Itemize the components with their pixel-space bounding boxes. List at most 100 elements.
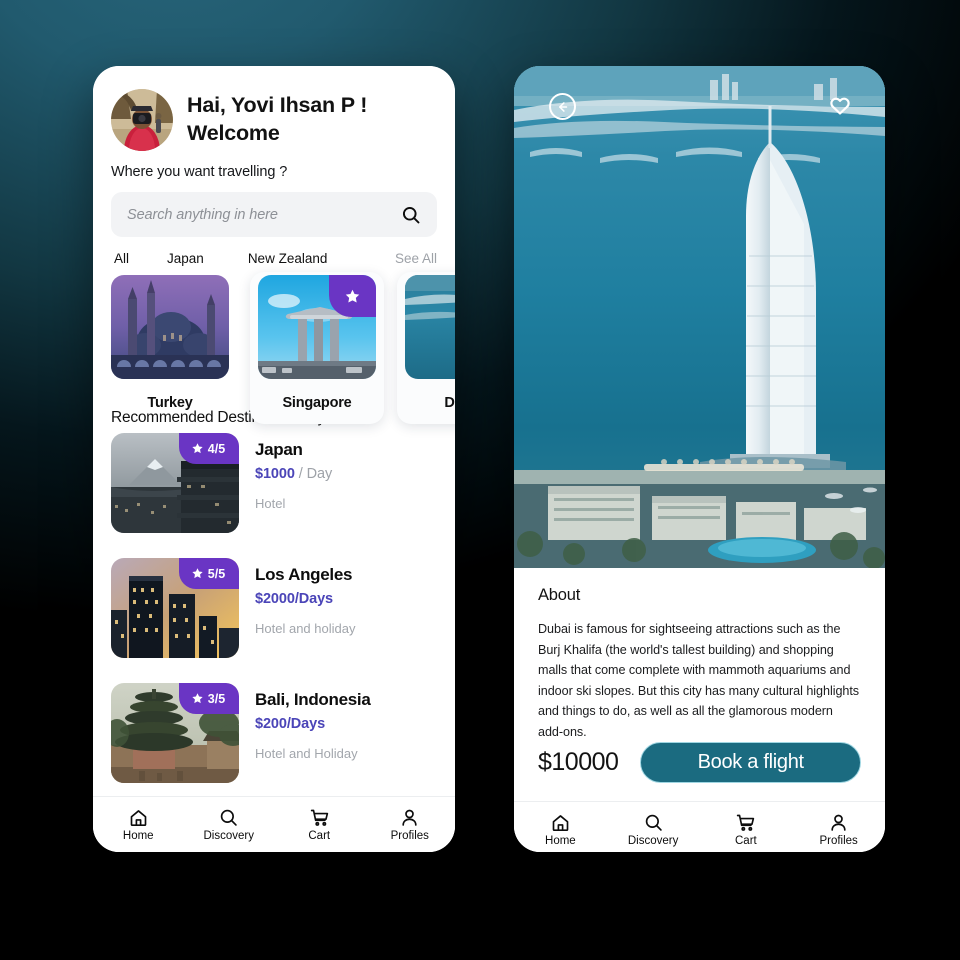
bottom-navigation: Home Discovery Cart Profiles bbox=[514, 801, 885, 852]
list-item[interactable]: 5/5 Los Angeles $2000/Days Hotel and hol… bbox=[111, 558, 437, 666]
tab-new-zealand[interactable]: New Zealand bbox=[248, 251, 328, 266]
home-icon bbox=[552, 815, 569, 832]
bottom-navigation: Home Discovery Cart Profiles bbox=[93, 796, 455, 852]
heart-icon bbox=[829, 97, 850, 115]
nav-label: Cart bbox=[308, 830, 331, 842]
home-content: Hai, Yovi Ihsan P ! Welcome Where you wa… bbox=[93, 66, 455, 796]
destination-image bbox=[258, 275, 376, 379]
recommendation-price: $1000 / Day bbox=[255, 466, 332, 482]
nav-item-discovery[interactable]: Discovery bbox=[607, 812, 700, 847]
list-item[interactable]: 4/5 Japan $1000 / Day Hotel bbox=[111, 433, 437, 541]
back-button[interactable] bbox=[549, 93, 576, 120]
cart-icon bbox=[310, 809, 328, 826]
recommendation-info: Japan $1000 / Day Hotel bbox=[255, 433, 332, 511]
search-icon bbox=[221, 809, 238, 826]
nav-label: Home bbox=[545, 835, 576, 848]
rating-badge: 3/5 bbox=[179, 683, 239, 714]
rating-badge: 4/5 bbox=[179, 433, 239, 464]
recommendation-info: Bali, Indonesia $200/Days Hotel and Holi… bbox=[255, 683, 371, 761]
destination-carousel[interactable]: Turkey Singapore D bbox=[111, 272, 455, 424]
recommendation-thumbnail: 3/5 bbox=[111, 683, 239, 783]
rating-badge: 5/5 bbox=[179, 558, 239, 589]
hero-image bbox=[514, 66, 885, 568]
destination-label: Turkey bbox=[147, 395, 193, 411]
nav-label: Cart bbox=[735, 835, 757, 848]
recommendation-thumbnail: 5/5 bbox=[111, 558, 239, 658]
star-icon bbox=[192, 568, 203, 579]
recommendation-price: $200/Days bbox=[255, 716, 370, 732]
nav-label: Discovery bbox=[203, 830, 254, 842]
star-icon bbox=[192, 693, 203, 704]
destination-card-turkey[interactable]: Turkey bbox=[111, 275, 229, 411]
destination-card-singapore[interactable]: Singapore bbox=[250, 272, 384, 424]
tab-japan[interactable]: Japan bbox=[167, 251, 204, 266]
avatar-photo-icon bbox=[111, 89, 173, 151]
nav-label: Home bbox=[122, 830, 154, 842]
recommendation-category: Hotel bbox=[255, 496, 286, 511]
price-amount: $1000 bbox=[255, 466, 295, 482]
search-icon[interactable] bbox=[401, 205, 421, 225]
price-amount: $200 bbox=[255, 716, 287, 732]
nav-item-cart[interactable]: Cart bbox=[700, 812, 793, 847]
recommendation-category: Hotel and Holiday bbox=[255, 746, 358, 761]
recommendation-price: $2000/Days bbox=[255, 591, 355, 607]
recommendation-category: Hotel and holiday bbox=[255, 621, 356, 636]
destination-image bbox=[405, 275, 455, 379]
phone-home-screen: Hai, Yovi Ihsan P ! Welcome Where you wa… bbox=[93, 66, 455, 852]
favorite-button[interactable] bbox=[826, 91, 853, 118]
price-amount: $2000 bbox=[255, 591, 295, 607]
detail-content: About Dubai is famous for sightseeing at… bbox=[514, 568, 885, 802]
total-price: $10000 bbox=[538, 748, 619, 777]
nav-label: Discovery bbox=[627, 835, 679, 848]
cart-icon bbox=[737, 814, 755, 831]
nav-item-home[interactable]: Home bbox=[514, 812, 607, 847]
person-icon bbox=[402, 809, 417, 826]
recommendation-info: Los Angeles $2000/Days Hotel and holiday bbox=[255, 558, 355, 636]
arrow-left-icon bbox=[558, 101, 567, 112]
recommendation-name: Japan bbox=[255, 440, 303, 459]
greeting-row: Hai, Yovi Ihsan P ! Welcome bbox=[111, 66, 437, 151]
rating-value: 3/5 bbox=[207, 691, 226, 706]
greeting-text: Hai, Yovi Ihsan P ! Welcome bbox=[187, 92, 367, 147]
nav-item-home[interactable]: Home bbox=[93, 807, 184, 842]
featured-star-badge bbox=[329, 275, 376, 317]
search-bar[interactable]: Search anything in here bbox=[111, 192, 437, 237]
greeting-line-1: Hai, Yovi Ihsan P ! bbox=[187, 93, 368, 118]
destination-label: Dubai bbox=[444, 395, 455, 411]
booking-bar: $10000 Book a flight bbox=[538, 742, 861, 784]
nav-item-profiles[interactable]: Profiles bbox=[365, 807, 456, 842]
star-icon bbox=[345, 289, 360, 303]
recommendation-list: 4/5 Japan $1000 / Day Hotel 5/5 Los Ange… bbox=[111, 433, 437, 791]
search-input[interactable]: Search anything in here bbox=[127, 207, 401, 223]
book-flight-button[interactable]: Book a flight bbox=[640, 742, 861, 784]
recommendation-name: Bali, Indonesia bbox=[255, 690, 371, 709]
nav-item-cart[interactable]: Cart bbox=[274, 807, 365, 842]
list-item[interactable]: 3/5 Bali, Indonesia $200/Days Hotel and … bbox=[111, 683, 437, 791]
see-all-link[interactable]: See All bbox=[395, 251, 437, 266]
price-period: /Days bbox=[294, 591, 334, 607]
avatar[interactable] bbox=[111, 89, 173, 151]
detail-screen: About Dubai is famous for sightseeing at… bbox=[514, 66, 885, 852]
turkey-mosque-photo-icon bbox=[111, 275, 229, 379]
greeting-line-2: Welcome bbox=[187, 121, 280, 145]
nav-item-discovery[interactable]: Discovery bbox=[184, 807, 275, 842]
nav-item-profiles[interactable]: Profiles bbox=[792, 812, 885, 847]
destination-card-dubai[interactable]: Dubai bbox=[397, 272, 455, 424]
home-screen: Hai, Yovi Ihsan P ! Welcome Where you wa… bbox=[93, 66, 455, 852]
destination-label: Singapore bbox=[282, 395, 352, 411]
tab-all[interactable]: All bbox=[114, 251, 129, 266]
phone-detail-screen: About Dubai is famous for sightseeing at… bbox=[514, 66, 885, 852]
star-icon bbox=[192, 443, 203, 454]
about-description: Dubai is famous for sightseeing attracti… bbox=[538, 622, 860, 739]
rating-value: 5/5 bbox=[207, 566, 226, 581]
nav-label: Profiles bbox=[819, 835, 858, 848]
travel-question: Where you want travelling ? bbox=[111, 164, 288, 180]
price-period: /Days bbox=[286, 716, 326, 732]
price-period: / Day bbox=[294, 466, 333, 482]
rating-value: 4/5 bbox=[207, 441, 226, 456]
category-tabs: All Japan New Zealand See All bbox=[111, 251, 437, 266]
nav-label: Profiles bbox=[390, 830, 429, 842]
destination-image bbox=[111, 275, 229, 379]
home-icon bbox=[130, 810, 147, 827]
dubai-burj-al-arab-photo-icon bbox=[405, 275, 455, 379]
